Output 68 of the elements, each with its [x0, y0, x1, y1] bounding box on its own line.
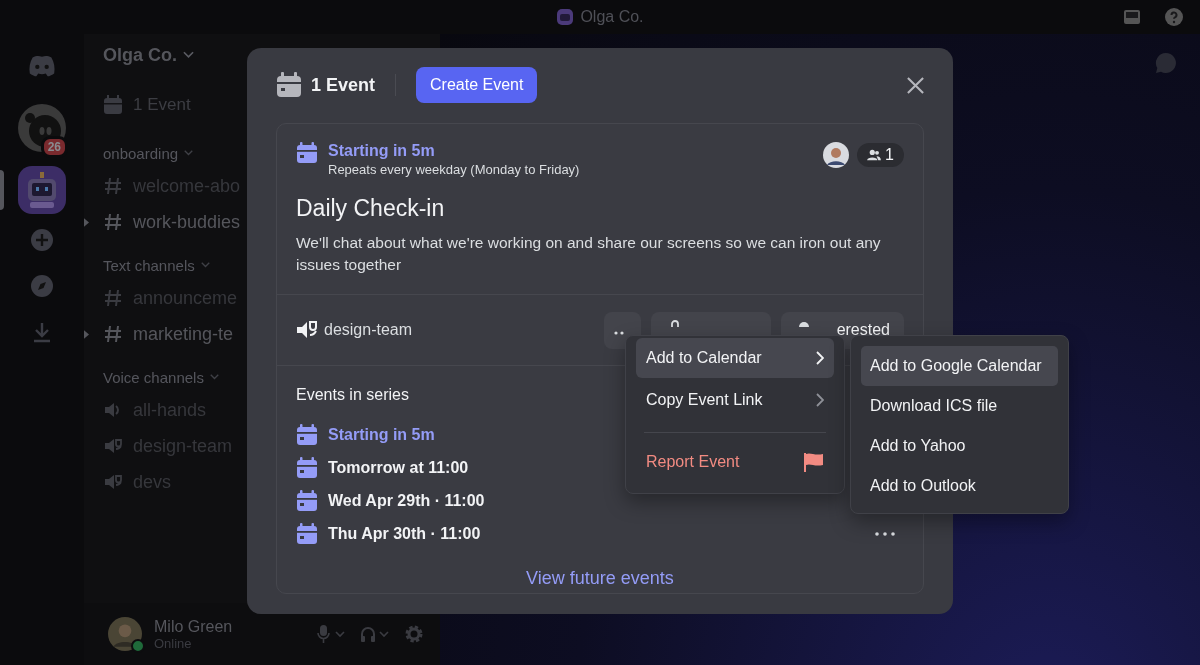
event-title: Daily Check-in: [296, 195, 446, 222]
menu-item[interactable]: Add to Google Calendar: [861, 346, 1058, 386]
calendar-icon: [276, 72, 302, 98]
calendar-icon: [296, 456, 318, 479]
count-text: 1: [885, 146, 894, 164]
online-status-icon: [131, 639, 145, 653]
user-name: Milo Green: [154, 617, 234, 636]
hashtag-icon: [103, 324, 123, 344]
channel-name[interactable]: marketing-te: [133, 323, 234, 345]
bell-icon: [797, 319, 811, 327]
channel-name[interactable]: design-team: [324, 321, 413, 339]
notification-badge: 26: [40, 136, 68, 158]
menu-item[interactable]: Add to Yahoo: [861, 426, 1058, 466]
view-future-events-link[interactable]: View future events: [526, 568, 674, 589]
microphone-icon[interactable]: [316, 624, 346, 644]
more-icon[interactable]: [875, 531, 895, 536]
channel-name[interactable]: work-buddies: [133, 211, 241, 233]
settings-icon[interactable]: [404, 624, 424, 644]
server-icon: [556, 8, 575, 26]
stage-icon: [103, 472, 123, 492]
chevron-down-icon[interactable]: [200, 262, 210, 268]
event-description: We'll chat about what we're working on and share our screens so we can iron out any issues together: [296, 233, 882, 275]
link-icon: [669, 319, 681, 327]
calendar-icon: [296, 142, 318, 164]
chevron-down-icon[interactable]: [184, 150, 194, 156]
dialog-title: 1 Event: [311, 74, 376, 96]
hashtag-icon: [103, 212, 123, 232]
calendar-icon: [296, 423, 318, 446]
hashtag-icon: [103, 288, 123, 308]
inbox-icon[interactable]: [1122, 7, 1142, 27]
section-heading: Events in series: [296, 386, 409, 404]
add-server-icon[interactable]: [30, 228, 54, 252]
help-icon[interactable]: [1164, 7, 1184, 27]
chevron-down-icon[interactable]: [209, 374, 219, 380]
series-date[interactable]: Tomorrow at 11:00: [328, 458, 469, 477]
attendee-avatar: [823, 142, 850, 168]
headphones-icon[interactable]: [360, 624, 390, 644]
window-title: Olga Co.: [580, 8, 644, 26]
menu-item[interactable]: Add to Calendar: [636, 338, 834, 378]
calendar-icon: [296, 522, 318, 545]
category-name[interactable]: onboarding: [103, 144, 179, 162]
user-avatar[interactable]: [108, 617, 142, 651]
menu-item[interactable]: Download ICS file: [861, 386, 1058, 426]
server-name[interactable]: Olga Co.: [103, 44, 177, 66]
create-event-button[interactable]: Create Event: [416, 67, 538, 103]
flag-icon: [802, 451, 824, 473]
robot-server-icon[interactable]: [18, 166, 66, 214]
more-icon: [613, 331, 624, 335]
series-date[interactable]: Thu Apr 30th · 11:00: [328, 524, 481, 543]
category-name[interactable]: Voice channels: [103, 368, 204, 386]
calendar-icon: [296, 489, 318, 512]
chevron-right-icon: [816, 351, 824, 365]
hashtag-icon: [103, 176, 123, 196]
chevron-down-icon[interactable]: [183, 51, 194, 59]
chevron-right-icon: [816, 393, 824, 407]
repeat-text: Repeats every weekday (Monday to Friday): [328, 162, 580, 177]
report-menu-item[interactable]: Report Event: [636, 441, 834, 483]
series-date[interactable]: Wed Apr 29th · 11:00: [328, 491, 485, 510]
event-status: Starting in 5m: [328, 142, 436, 160]
stage-icon: [103, 436, 123, 456]
calendar-icon: [103, 95, 123, 115]
close-icon[interactable]: [906, 75, 925, 95]
compass-icon[interactable]: [30, 274, 54, 298]
series-date[interactable]: Starting in 5m: [328, 425, 435, 444]
people-icon: [867, 149, 882, 161]
menu-item[interactable]: Add to Outlook: [861, 466, 1058, 506]
category-name[interactable]: Text channels: [103, 256, 195, 274]
menu-item[interactable]: Copy Event Link: [636, 380, 834, 420]
